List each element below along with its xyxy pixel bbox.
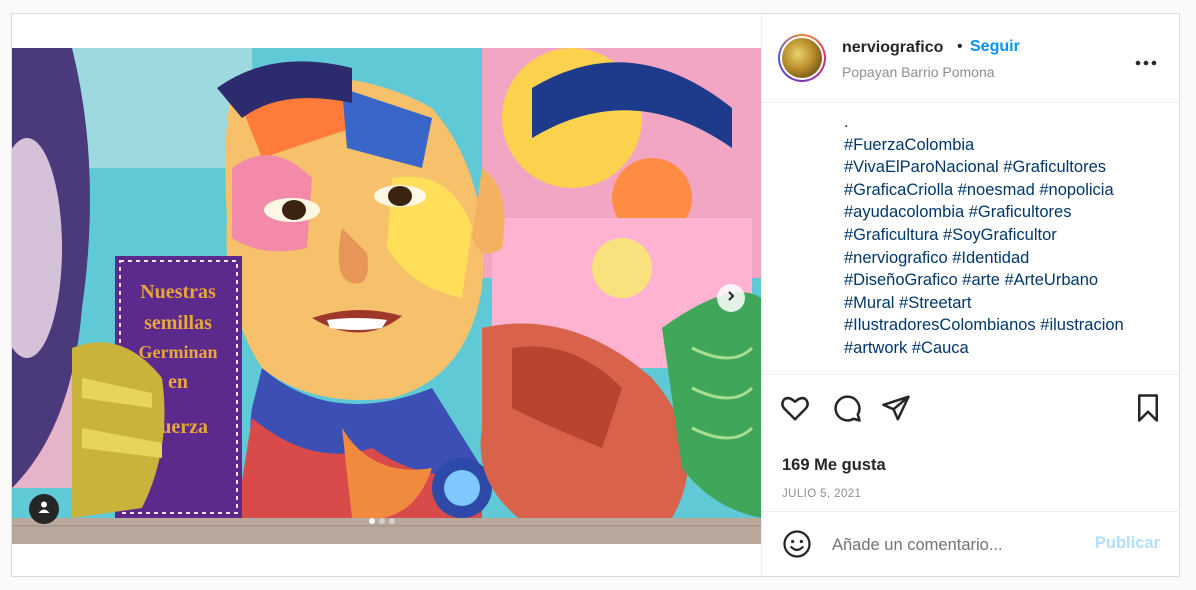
mural-text-line-1: Nuestras [140, 281, 216, 303]
publish-button[interactable]: Publicar [1095, 534, 1160, 553]
post-header: nerviografico • Seguir Popayan Barrio Po… [762, 14, 1179, 103]
caption-line: . [844, 113, 849, 131]
user-icon [37, 500, 51, 519]
separator-dot: • [957, 38, 963, 55]
carousel-dot [389, 518, 395, 524]
comment-icon[interactable] [832, 393, 862, 423]
hashtag-line[interactable]: #artwork #Cauca [844, 337, 1179, 360]
hashtag-line[interactable]: #VivaElParoNacional #Graficultores [844, 156, 1179, 179]
post-caption: . #FuerzaColombia #VivaElParoNacional #G… [762, 103, 1179, 375]
hashtag-line[interactable]: #ayudacolombia #Graficultores [844, 201, 1179, 224]
post-sidebar: nerviografico • Seguir Popayan Barrio Po… [761, 14, 1180, 577]
action-bar [762, 375, 1179, 441]
hashtag-line[interactable]: #Mural #Streetart [844, 292, 1179, 315]
post-date[interactable]: JULIO 5, 2021 [782, 488, 861, 500]
hashtag-line[interactable]: #IlustradoresColombianos #ilustracion [844, 314, 1179, 337]
username-link[interactable]: nerviografico [842, 39, 943, 57]
more-options-icon[interactable] [1135, 46, 1157, 72]
hashtag-line[interactable]: #GraficaCriolla #noesmad #nopolicia [844, 179, 1179, 202]
heart-icon[interactable] [780, 393, 810, 423]
hashtag-line[interactable]: #nerviografico #Identidad [844, 247, 1179, 270]
mural-text-line-2: semillas [144, 312, 212, 334]
tagged-users-button[interactable] [29, 494, 59, 524]
location-link[interactable]: Popayan Barrio Pomona [842, 64, 995, 80]
mural-photo[interactable]: Nuestras semillas Germinan en Fuerza [12, 48, 761, 544]
carousel-indicator [369, 518, 395, 524]
paper-plane-icon[interactable] [881, 393, 911, 423]
profile-picture [782, 38, 822, 78]
mural-text-line-4: en [168, 371, 188, 393]
bookmark-icon[interactable] [1133, 393, 1163, 423]
hashtag-line[interactable]: #FuerzaColombia [844, 134, 1179, 157]
post-media: Nuestras semillas Germinan en Fuerza [12, 14, 761, 576]
next-image-button[interactable] [717, 284, 745, 312]
avatar[interactable] [778, 34, 826, 82]
instagram-post: Nuestras semillas Germinan en Fuerza ner… [11, 13, 1180, 577]
smiley-icon[interactable] [782, 529, 812, 559]
carousel-dot-active [369, 518, 375, 524]
hashtag-line[interactable]: #DiseñoGrafico #arte #ArteUrbano [844, 269, 1179, 292]
follow-button[interactable]: Seguir [970, 38, 1020, 56]
chevron-right-icon [725, 289, 737, 307]
carousel-dot [379, 518, 385, 524]
mural-text-line-3: Germinan [139, 342, 218, 362]
hashtag-line[interactable]: #Graficultura #SoyGraficultor [844, 224, 1179, 247]
like-count[interactable]: 169 Me gusta [782, 456, 886, 475]
comment-form: Publicar [762, 511, 1180, 577]
comment-input[interactable] [832, 533, 1092, 557]
